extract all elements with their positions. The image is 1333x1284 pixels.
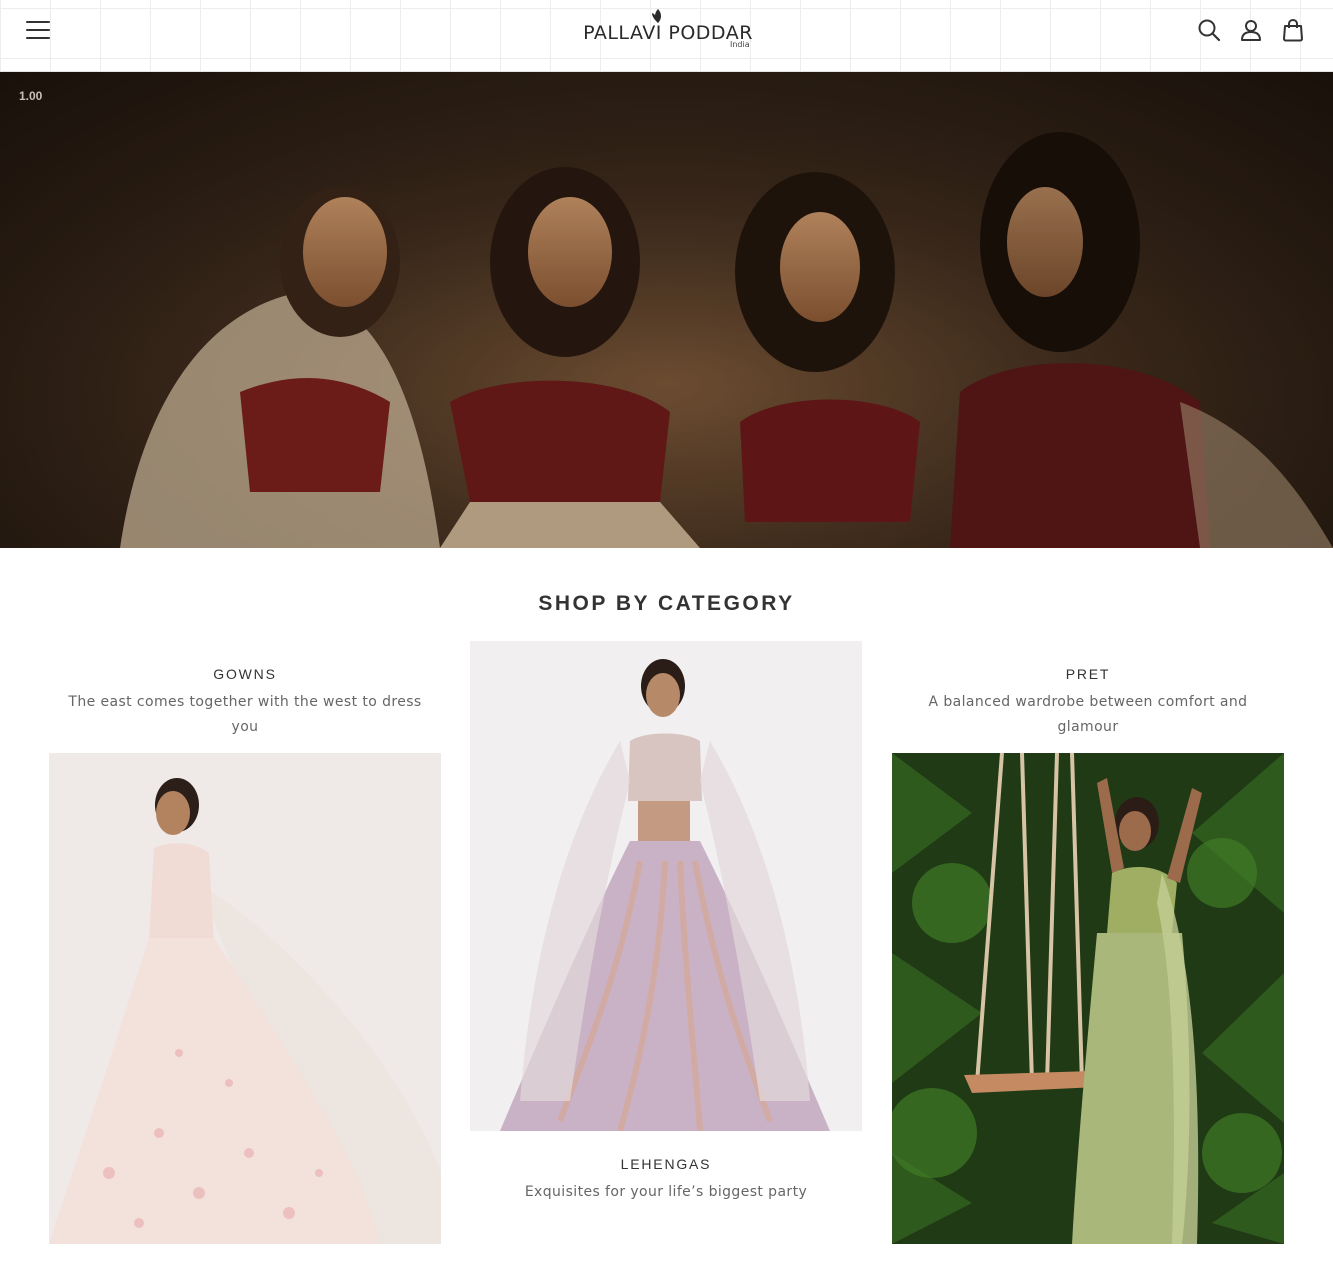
category-description-pret: A balanced wardrobe between comfort and … (928, 694, 1248, 735)
hero-image (0, 72, 1333, 548)
zoom-level-indicator: 1.00 (19, 89, 43, 103)
site-header: PALLAVI PODDAR India (0, 0, 1333, 72)
search-icon[interactable] (1197, 17, 1221, 43)
account-icon[interactable] (1239, 17, 1263, 43)
category-image-gowns[interactable] (49, 753, 441, 1244)
category-label-gowns[interactable]: GOWNS (49, 666, 441, 682)
section-title: SHOP BY CATEGORY (538, 592, 795, 615)
brand-country: India (730, 40, 750, 49)
cart-icon[interactable] (1281, 17, 1305, 43)
category-label-pret[interactable]: PRET (892, 666, 1284, 682)
hamburger-menu-icon[interactable] (26, 18, 52, 42)
category-image-lehengas[interactable] (470, 641, 862, 1131)
hero-banner[interactable]: 1.00 (0, 72, 1333, 548)
brand-logo[interactable]: PALLAVI PODDAR India (578, 8, 758, 54)
category-description-gowns: The east comes together with the west to… (68, 694, 422, 735)
category-image-pret[interactable] (892, 753, 1284, 1244)
category-label-lehengas[interactable]: LEHENGAS (470, 1156, 862, 1172)
category-description-lehengas: Exquisites for your life’s biggest party (524, 1184, 808, 1200)
